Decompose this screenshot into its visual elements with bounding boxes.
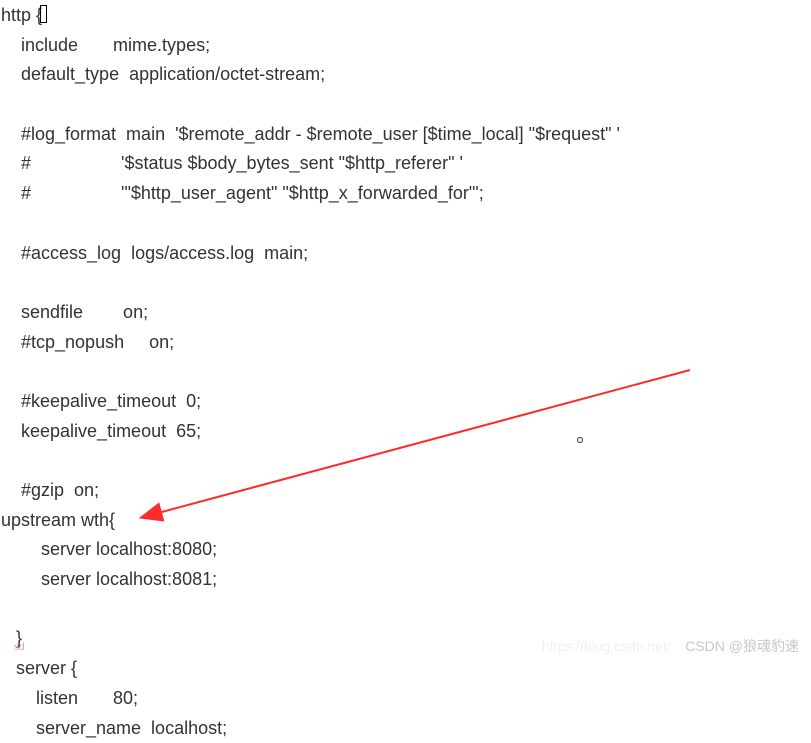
code-line: listen 80;	[1, 688, 138, 708]
text-cursor	[40, 5, 47, 23]
code-line: keepalive_timeout 65;	[1, 421, 201, 441]
code-line: #gzip on;	[1, 480, 99, 500]
code-line: upstream wth{	[1, 510, 115, 530]
small-circle-marker	[576, 436, 584, 444]
faded-source-url: https://blog.csdn.net/	[542, 635, 671, 658]
code-line: # '$status $body_bytes_sent "$http_refer…	[1, 153, 463, 173]
code-line: # '"$http_user_agent" "$http_x_forwarded…	[1, 183, 484, 203]
code-line: server {	[1, 658, 77, 678]
code-line: #keepalive_timeout 0;	[1, 391, 201, 411]
code-line: sendfile on;	[1, 302, 148, 322]
code-line: http {	[1, 5, 42, 25]
code-line: default_type application/octet-stream;	[1, 64, 325, 84]
code-line: #access_log logs/access.log main;	[1, 243, 308, 263]
sd-mark: sd	[14, 640, 25, 657]
code-line: #log_format main '$remote_addr - $remote…	[1, 124, 620, 144]
code-line: server localhost:8081;	[1, 569, 217, 589]
code-line: server_name localhost;	[1, 718, 227, 738]
code-line: #tcp_nopush on;	[1, 332, 174, 352]
csdn-watermark: CSDN @狼魂豹速	[685, 635, 799, 658]
code-line: server localhost:8080;	[1, 539, 217, 559]
nginx-config-code: http { include mime.types; default_type …	[0, 0, 811, 743]
code-line: include mime.types;	[1, 35, 210, 55]
